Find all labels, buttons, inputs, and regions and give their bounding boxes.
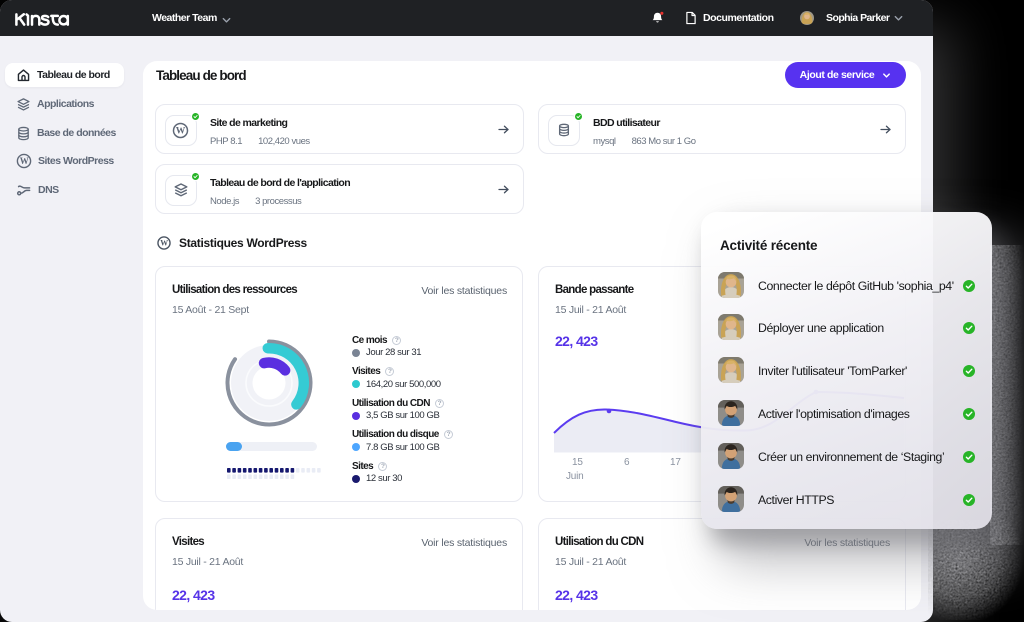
svg-text:W: W [176,125,186,136]
svg-text:W: W [160,239,168,248]
svg-text:W: W [20,156,29,166]
